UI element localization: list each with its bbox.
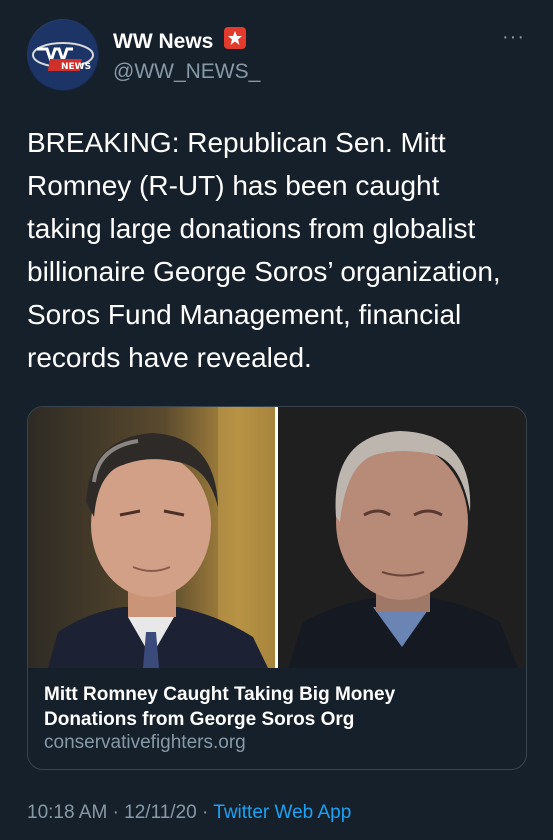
tweet: NEWS WW News @WW_NEWS_ ··· BREAKING: Rep… bbox=[0, 0, 553, 840]
card-domain[interactable]: conservativefighters.org bbox=[44, 732, 246, 754]
author-display-name[interactable]: WW News bbox=[113, 30, 213, 54]
tweet-time[interactable]: 10:18 AM bbox=[27, 802, 107, 823]
svg-text:NEWS: NEWS bbox=[61, 62, 91, 72]
tweet-meta: 10:18 AM · 12/11/20 · Twitter Web App bbox=[27, 802, 351, 824]
card-photo-left bbox=[28, 407, 275, 668]
card-title[interactable]: Mitt Romney Caught Taking Big Money Dona… bbox=[44, 682, 514, 732]
badge-icon bbox=[224, 27, 246, 49]
meta-separator: · bbox=[202, 802, 209, 823]
tweet-text: BREAKING: Republican Sen. Mitt Romney (R… bbox=[27, 127, 501, 373]
tweet-source-app[interactable]: Twitter Web App bbox=[213, 802, 351, 823]
card-image[interactable] bbox=[28, 407, 526, 668]
tweet-date[interactable]: 12/11/20 bbox=[124, 802, 197, 823]
card-photo-right bbox=[278, 407, 526, 668]
more-options-icon[interactable]: ··· bbox=[502, 27, 526, 47]
meta-separator: · bbox=[112, 802, 119, 823]
link-card[interactable]: Mitt Romney Caught Taking Big Money Dona… bbox=[27, 406, 527, 770]
author-handle[interactable]: @WW_NEWS_ bbox=[113, 60, 260, 84]
avatar[interactable]: NEWS bbox=[27, 19, 99, 91]
ww-news-logo-icon: NEWS bbox=[28, 20, 98, 90]
